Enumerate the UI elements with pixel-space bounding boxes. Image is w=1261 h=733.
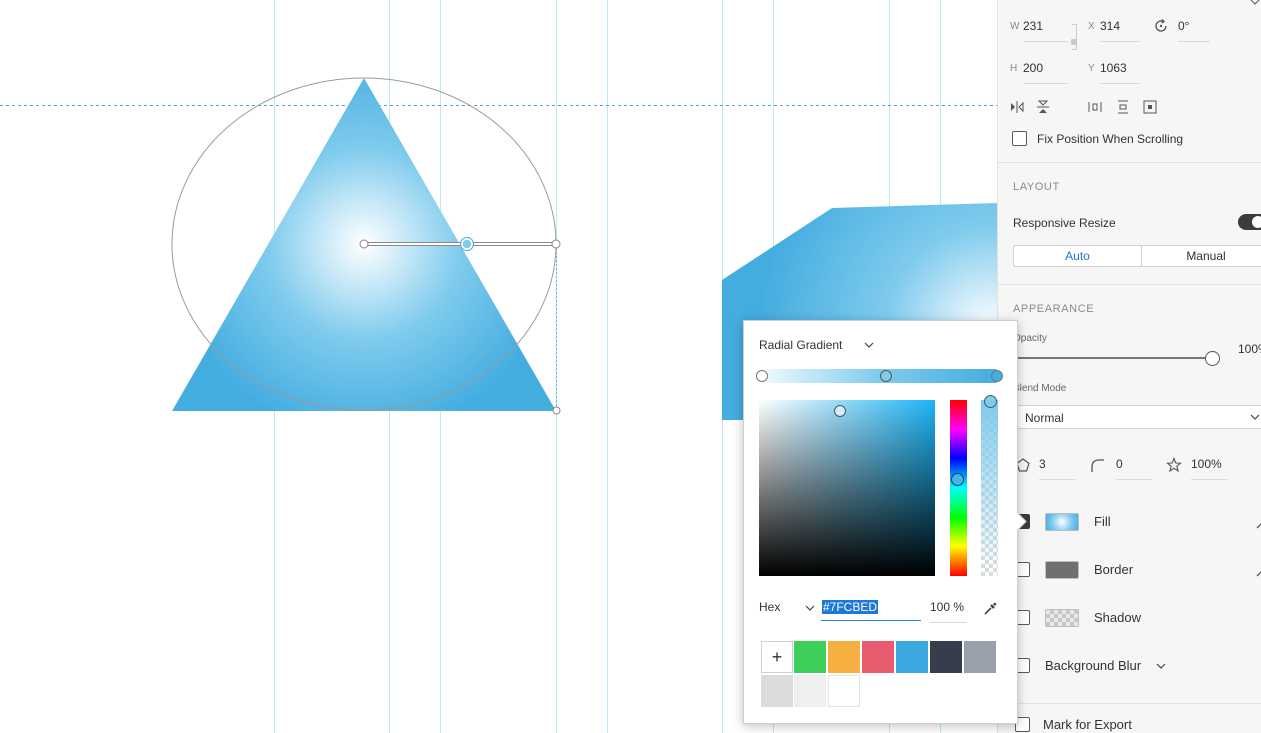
gradient-stop-mid[interactable]: [880, 370, 892, 382]
star-ratio-icon: [1166, 457, 1182, 473]
palette-swatch-orange[interactable]: [828, 641, 860, 673]
gradient-stop-end[interactable]: [991, 370, 1003, 382]
selection-corner-handle[interactable]: [552, 406, 561, 415]
palette-swatch-green[interactable]: [794, 641, 826, 673]
eyedropper-icon[interactable]: [1255, 514, 1261, 530]
rotation-input[interactable]: 0°: [1178, 19, 1189, 33]
shadow-label: Shadow: [1094, 610, 1141, 625]
add-swatch-button[interactable]: +: [761, 641, 793, 673]
color-picker-popover[interactable]: Radial Gradient Hex #7FCBED 100 % +: [743, 320, 1027, 724]
hue-slider-thumb[interactable]: [951, 473, 964, 486]
star-ratio-input[interactable]: 100%: [1191, 457, 1222, 471]
gradient-mid-stop-handle[interactable]: [461, 238, 473, 250]
manual-button[interactable]: Manual: [1141, 245, 1261, 267]
alpha-slider-thumb[interactable]: [984, 395, 997, 408]
palette-swatch-off-white[interactable]: [794, 675, 826, 707]
appearance-section-title: APPEARANCE: [1013, 303, 1095, 315]
distribute-spacing-icon[interactable]: [1142, 99, 1158, 115]
divider: [998, 284, 1261, 285]
height-input[interactable]: 200: [1023, 61, 1043, 75]
background-blur-label: Background Blur: [1045, 658, 1142, 673]
lock-icon[interactable]: [1071, 39, 1077, 45]
saturation-brightness-area[interactable]: [759, 400, 935, 576]
width-input[interactable]: 231: [1023, 19, 1043, 33]
corner-radius-icon: [1091, 459, 1104, 472]
corner-radius-input[interactable]: 0: [1116, 457, 1123, 471]
chevron-down-icon: [864, 342, 874, 348]
fix-position-checkbox[interactable]: [1012, 131, 1027, 146]
y-label: Y: [1088, 63, 1095, 74]
gradient-radius-handle[interactable]: [551, 239, 561, 249]
gradient-stop-start[interactable]: [756, 370, 768, 382]
color-format-select[interactable]: Hex: [759, 600, 815, 614]
x-label: X: [1088, 21, 1095, 32]
border-swatch[interactable]: [1045, 561, 1079, 579]
height-label: H: [1010, 63, 1018, 74]
blend-mode-label: Blend Mode: [1013, 383, 1067, 394]
opacity-input[interactable]: 100%: [1238, 342, 1261, 356]
palette-swatch-light-gray[interactable]: [761, 675, 793, 707]
chevron-down-icon: [1250, 414, 1260, 420]
opacity-label: Opacity: [1013, 333, 1047, 344]
x-input[interactable]: 314: [1100, 19, 1120, 33]
hex-input[interactable]: #7FCBED: [821, 598, 921, 621]
color-picker-cursor[interactable]: [834, 405, 846, 417]
auto-button[interactable]: Auto: [1013, 245, 1142, 267]
width-label: W: [1010, 21, 1020, 32]
palette-swatch-gray[interactable]: [964, 641, 996, 673]
responsive-resize-toggle[interactable]: [1238, 214, 1261, 230]
chevron-down-icon: [805, 605, 815, 611]
fix-position-label: Fix Position When Scrolling: [1037, 132, 1184, 146]
property-inspector: W 231 X 314 0° H 200 Y 1063 Fix Position…: [997, 0, 1261, 733]
opacity-slider-thumb[interactable]: [1205, 351, 1220, 366]
eyedropper-icon[interactable]: [1255, 562, 1261, 578]
y-input[interactable]: 1063: [1100, 61, 1127, 75]
palette-swatch-red[interactable]: [862, 641, 894, 673]
blend-mode-select[interactable]: Normal: [1013, 405, 1261, 429]
polygon-sides-input[interactable]: 3: [1039, 457, 1046, 471]
fill-swatch[interactable]: [1045, 513, 1079, 531]
hue-slider[interactable]: [950, 400, 967, 576]
responsive-resize-label: Responsive Resize: [1013, 216, 1116, 230]
distribute-horizontal-icon[interactable]: [1087, 99, 1103, 115]
fill-label: Fill: [1094, 514, 1111, 529]
gradient-center-handle[interactable]: [359, 239, 369, 249]
eyedropper-icon[interactable]: [982, 601, 998, 617]
gradient-type-select[interactable]: Radial Gradient: [759, 338, 874, 352]
palette-swatch-white[interactable]: [828, 675, 860, 707]
layout-section-title: LAYOUT: [1013, 181, 1060, 193]
distribute-vertical-icon[interactable]: [1115, 99, 1131, 115]
palette-swatch-blue[interactable]: [896, 641, 928, 673]
rotate-icon: [1155, 19, 1167, 32]
aspect-link-bracket: [1072, 24, 1077, 50]
palette-swatch-navy[interactable]: [930, 641, 962, 673]
shadow-swatch[interactable]: [1045, 609, 1079, 627]
flip-horizontal-icon[interactable]: [1009, 99, 1025, 115]
chevron-down-icon[interactable]: [1156, 663, 1166, 669]
divider: [998, 162, 1261, 163]
panel-menu-icon[interactable]: [1250, 0, 1260, 5]
opacity-slider[interactable]: [1013, 357, 1213, 359]
divider: [998, 703, 1261, 704]
mark-for-export-label: Mark for Export: [1043, 717, 1132, 732]
border-label: Border: [1094, 562, 1134, 577]
flip-vertical-icon[interactable]: [1035, 99, 1051, 115]
alpha-input[interactable]: 100 %: [930, 600, 964, 614]
alpha-slider[interactable]: [981, 400, 998, 576]
